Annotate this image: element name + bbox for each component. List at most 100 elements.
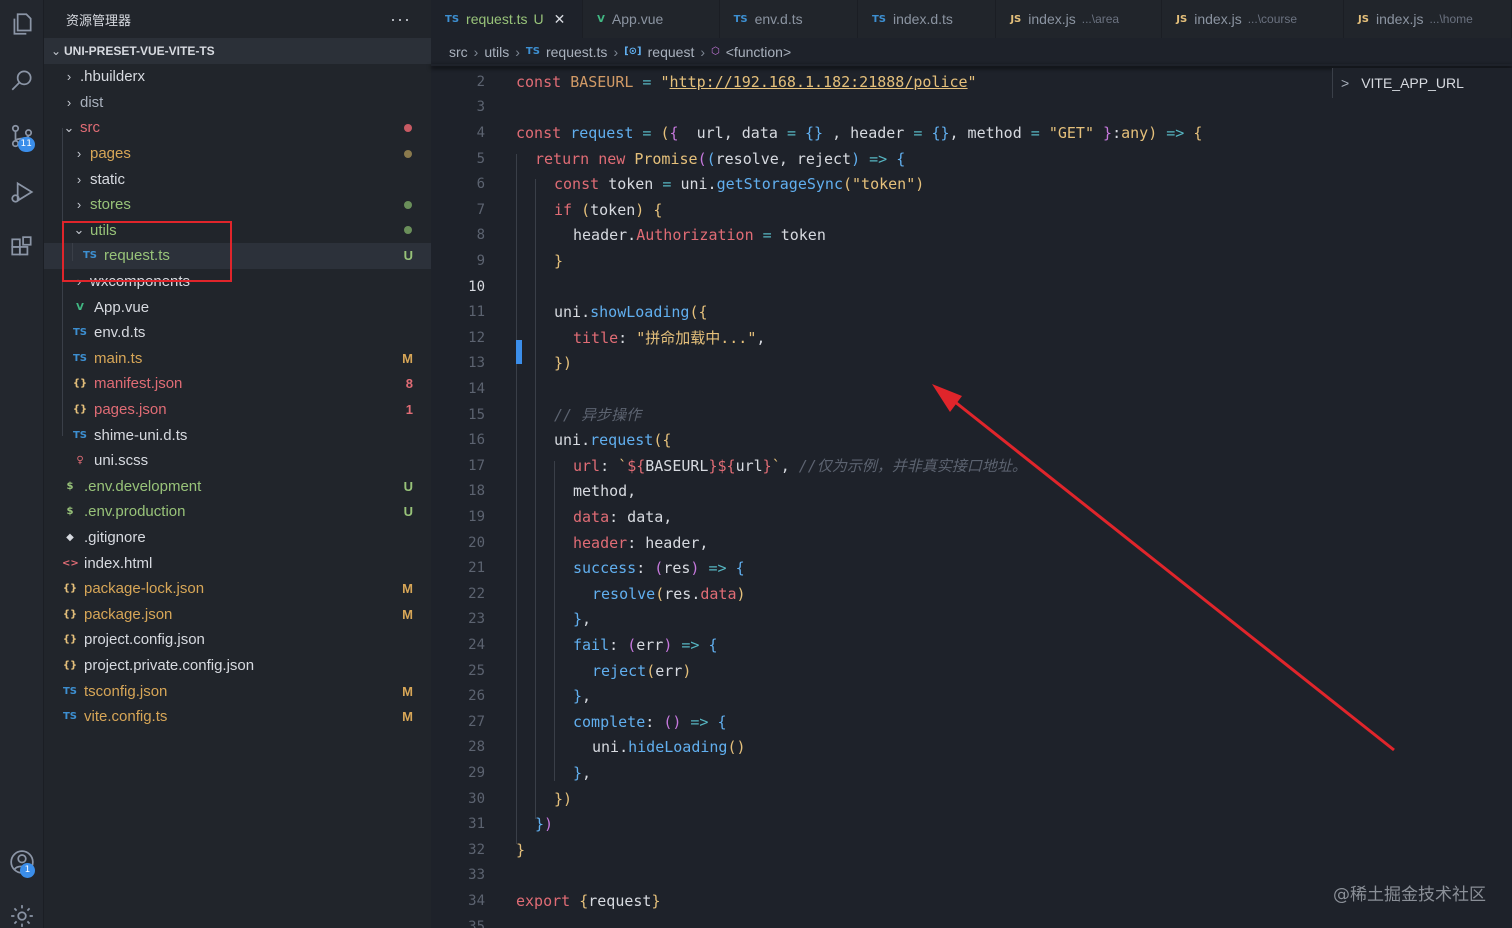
- code-line: 23},: [431, 607, 1512, 633]
- code-text: uni.request({: [554, 431, 671, 449]
- tree-file[interactable]: $ .env.production U: [44, 499, 431, 525]
- line-number: 2: [476, 73, 485, 90]
- code-token: ,: [756, 329, 766, 348]
- tree-file[interactable]: TS env.d.ts: [44, 320, 431, 346]
- tree-folder[interactable]: › stores: [44, 192, 431, 218]
- tree-file[interactable]: TS request.ts U: [44, 243, 431, 269]
- code-text: const token = uni.getStorageSync("token"…: [554, 175, 924, 193]
- run-debug-icon[interactable]: [0, 172, 44, 212]
- tree-file[interactable]: TS tsconfig.json M: [44, 678, 431, 704]
- modified-dot-icon: [404, 226, 412, 235]
- search-icon[interactable]: [0, 60, 44, 100]
- tree-file[interactable]: TS shime-uni.d.ts: [44, 422, 431, 448]
- tree-folder[interactable]: › wxcomponents: [44, 269, 431, 295]
- breadcrumb-src[interactable]: src: [449, 44, 468, 60]
- tab-index-js[interactable]: JS index.js ...\home: [1344, 0, 1512, 38]
- code-line: 12 title: "拼命加载中...",: [431, 325, 1512, 351]
- source-control-icon[interactable]: 11: [0, 116, 44, 156]
- tree-file[interactable]: ◆ .gitignore: [44, 525, 431, 551]
- file-type-icon: JS: [1176, 13, 1188, 25]
- code-text: const BASEURL = "http://192.168.1.182:21…: [516, 73, 977, 91]
- tree-folder[interactable]: › pages: [44, 141, 431, 167]
- settings-gear-icon[interactable]: [0, 896, 44, 928]
- tree-file[interactable]: {} manifest.json 8: [44, 371, 431, 397]
- sticky-outline[interactable]: > VITE_APP_URL: [1332, 68, 1512, 98]
- code-token: : header,: [627, 533, 709, 552]
- tree-file[interactable]: <> index.html: [44, 550, 431, 576]
- code-text: if (token) {: [554, 201, 662, 219]
- close-icon[interactable]: ✕: [554, 11, 566, 28]
- tree-file[interactable]: ♀ uni.scss: [44, 448, 431, 474]
- tab-index-js[interactable]: JS index.js ...\area: [996, 0, 1163, 38]
- tree-folder[interactable]: › static: [44, 166, 431, 192]
- tab-index-d-ts[interactable]: TS index.d.ts: [858, 0, 997, 38]
- breadcrumb-symbol[interactable]: request: [648, 44, 695, 60]
- code-token: uni.: [554, 303, 591, 322]
- code-token: url: [735, 457, 763, 476]
- tree-file[interactable]: {} package.json M: [44, 601, 431, 627]
- tree-folder[interactable]: ⌄ utils: [44, 218, 431, 244]
- line-number: 14: [468, 380, 485, 397]
- tree-item-label: wxcomponents: [90, 273, 191, 291]
- tree-file[interactable]: TS vite.config.ts M: [44, 704, 431, 730]
- breadcrumb-function[interactable]: <function>: [726, 44, 791, 60]
- scroll-shadow: [431, 64, 1512, 66]
- account-badge: 1: [20, 863, 35, 878]
- tab-index-js[interactable]: JS index.js ...\course: [1162, 0, 1345, 38]
- tab-path-hint: ...\course: [1247, 12, 1298, 26]
- git-status-badge: U: [403, 248, 413, 264]
- code-token: (: [646, 661, 656, 680]
- line-number: 8: [476, 227, 485, 244]
- tab-request-ts[interactable]: TS request.ts U ✕: [431, 0, 584, 38]
- code-token: new: [598, 149, 635, 168]
- code-line: 4 const request = ({ url, data = {} , hea…: [431, 120, 1512, 146]
- tab-env-d-ts[interactable]: TS env.d.ts: [720, 0, 858, 38]
- tab-app-vue[interactable]: V App.vue: [583, 0, 720, 38]
- code-token: (: [581, 200, 591, 219]
- code-line: 21 success: (res) => {: [431, 555, 1512, 581]
- tree-file[interactable]: V App.vue: [44, 294, 431, 320]
- code-text: // 异步操作: [554, 404, 641, 425]
- tree-file[interactable]: {} pages.json 1: [44, 397, 431, 423]
- tree-item-label: .hbuilderx: [80, 68, 146, 86]
- file-type-icon: TS: [445, 13, 460, 25]
- code-text: success: (res) => {: [573, 559, 745, 577]
- line-number: 31: [468, 816, 485, 833]
- git-status-badge: M: [402, 683, 413, 699]
- code-line: 20 header: header,: [431, 530, 1512, 556]
- tree-file[interactable]: {} project.config.json: [44, 627, 431, 653]
- code-token: if: [554, 200, 582, 219]
- code-editor[interactable]: 2 const BASEURL = "http://192.168.1.182:2…: [431, 65, 1512, 928]
- code-token: }: [535, 815, 545, 834]
- files-icon[interactable]: [0, 4, 44, 44]
- code-token: reject: [592, 661, 647, 680]
- code-token: `: [771, 457, 781, 476]
- code-token: :: [1112, 123, 1122, 142]
- file-type-icon: {}: [62, 634, 78, 646]
- file-type-icon: {}: [72, 404, 88, 416]
- breadcrumb-utils[interactable]: utils: [484, 44, 509, 60]
- tree-item-label: .gitignore: [84, 528, 146, 546]
- line-number: 7: [476, 201, 485, 218]
- code-text: uni.hideLoading(): [592, 738, 746, 756]
- code-token: =>: [672, 635, 709, 654]
- code-token: showLoading: [590, 303, 690, 322]
- tree-folder[interactable]: › dist: [44, 90, 431, 116]
- tab-label: index.js: [1194, 11, 1242, 27]
- tree-file[interactable]: {} project.private.config.json: [44, 653, 431, 679]
- project-root[interactable]: ⌄ UNI-PRESET-VUE-VITE-TS: [44, 38, 431, 64]
- more-actions-button[interactable]: ···: [390, 9, 411, 30]
- code-line: 35: [431, 914, 1512, 928]
- tree-folder[interactable]: ⌄ src: [44, 115, 431, 141]
- line-number: 34: [468, 892, 485, 909]
- breadcrumb-file[interactable]: request.ts: [546, 44, 607, 60]
- tree-file[interactable]: {} package-lock.json M: [44, 576, 431, 602]
- tree-file[interactable]: TS main.ts M: [44, 346, 431, 372]
- extensions-icon[interactable]: [0, 228, 44, 268]
- tree-folder[interactable]: › .hbuilderx: [44, 64, 431, 90]
- code-token: complete: [573, 712, 646, 731]
- tree-file[interactable]: $ .env.development U: [44, 474, 431, 500]
- line-number: 9: [476, 252, 485, 269]
- git-status-badge: M: [402, 606, 413, 622]
- account-icon[interactable]: 1: [0, 842, 44, 882]
